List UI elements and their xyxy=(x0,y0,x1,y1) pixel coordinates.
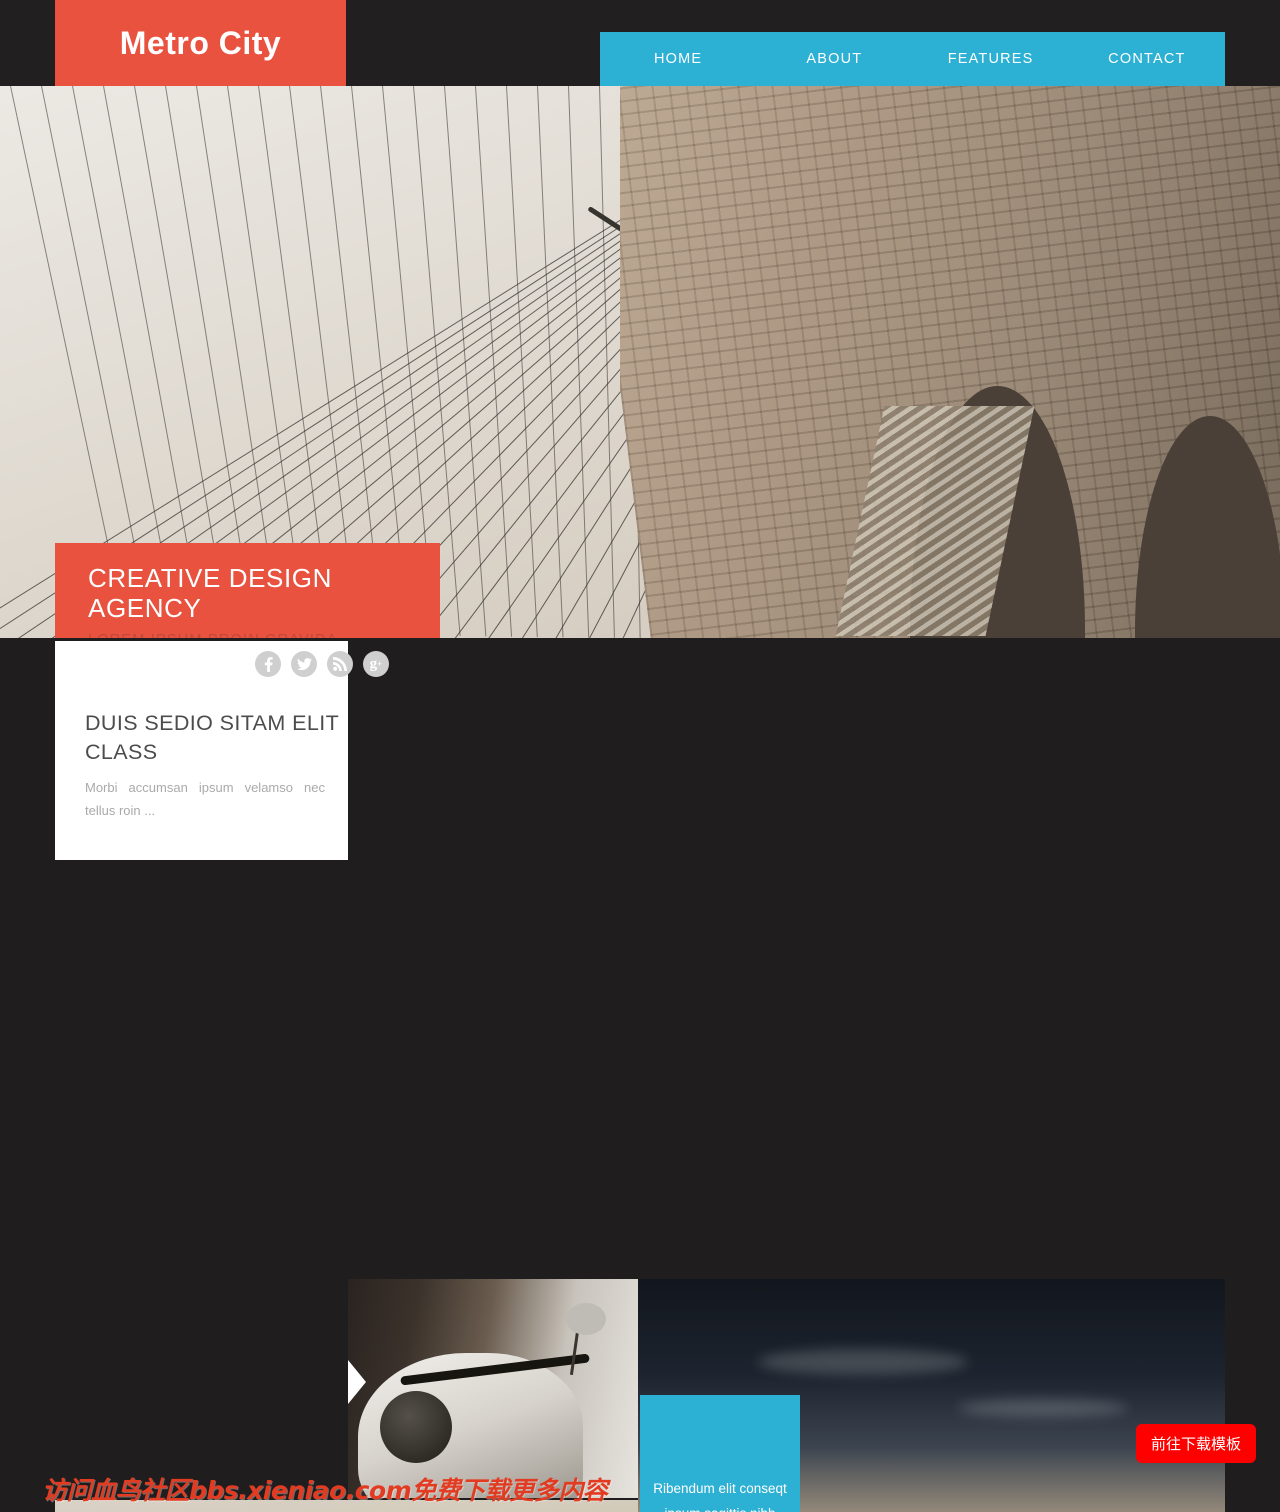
nav-item-contact[interactable]: CONTACT xyxy=(1069,32,1225,86)
main-navigation: HOME ABOUT FEATURES CONTACT xyxy=(600,32,1225,86)
logo-text: Metro City xyxy=(119,24,282,61)
cloud-1 xyxy=(758,1349,968,1375)
nav-item-home[interactable]: HOME xyxy=(600,32,756,86)
site-header: Metro City HOME ABOUT FEATURES CONTACT xyxy=(0,0,1280,86)
hero-caption: CREATIVE DESIGN AGENCY LOREM IPSUM PROIN… xyxy=(55,543,440,638)
hero-banner: CREATIVE DESIGN AGENCY LOREM IPSUM PROIN… xyxy=(0,86,1280,638)
content-grid: g + DUIS SEDIO SITAM ELIT CLASS Morbi acc… xyxy=(0,638,1280,1512)
card-1-pointer-icon xyxy=(348,1360,366,1404)
download-template-button[interactable]: 前往下载模板 xyxy=(1136,1424,1256,1463)
cloud-2 xyxy=(958,1399,1128,1417)
nav-item-about[interactable]: ABOUT xyxy=(756,32,912,86)
feature-card-1: g + DUIS SEDIO SITAM ELIT CLASS Morbi acc… xyxy=(55,641,389,860)
social-links-1: g + xyxy=(255,651,389,677)
rss-icon[interactable] xyxy=(327,651,353,677)
blue-overlay-text: Ribendum elit conseqt ipsum sagittis nib… xyxy=(653,1480,787,1512)
facebook-icon[interactable] xyxy=(255,651,281,677)
blue-overlay-box: Ribendum elit conseqt ipsum sagittis nib… xyxy=(640,1395,800,1512)
card-1-heading: DUIS SEDIO SITAM ELIT CLASS xyxy=(85,711,339,764)
nav-item-features[interactable]: FEATURES xyxy=(913,32,1069,86)
hero-title: CREATIVE DESIGN AGENCY xyxy=(88,563,333,623)
scooter-headlamp xyxy=(380,1391,452,1463)
hero-subtitle: LOREM IPSUM PROIN GRAVIDA xyxy=(88,632,440,638)
card-1-body: Morbi accumsan ipsum velamso nec tellus … xyxy=(85,780,325,818)
site-logo[interactable]: Metro City xyxy=(55,0,346,86)
site-watermark: 访问血鸟社区bbs.xieniao.com免费下载更多内容 xyxy=(42,1476,608,1505)
page-root: Metro City HOME ABOUT FEATURES CONTACT C… xyxy=(0,0,1280,1512)
google-plus-icon[interactable]: g + xyxy=(363,651,389,677)
scooter-photo xyxy=(348,1279,638,1498)
scooter-mirror xyxy=(566,1303,606,1335)
twitter-icon[interactable] xyxy=(291,651,317,677)
